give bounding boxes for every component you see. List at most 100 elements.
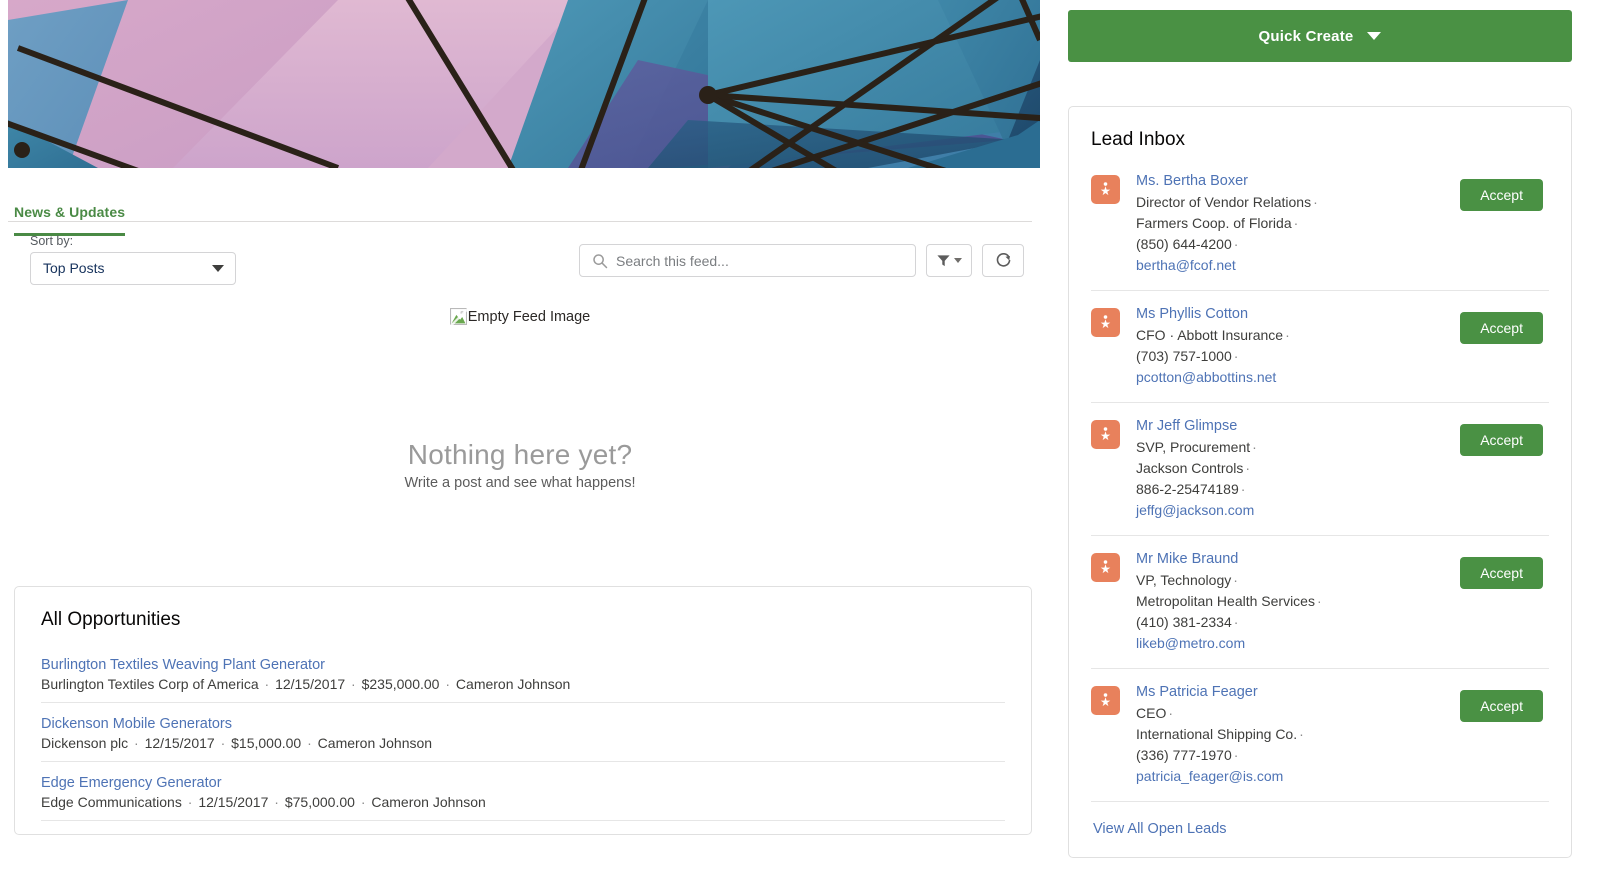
- lead-email-link[interactable]: jeffg@jackson.com: [1136, 500, 1448, 521]
- lead-title-line: Director of Vendor Relations ·: [1136, 192, 1448, 213]
- lead-phone: (703) 757-1000: [1136, 348, 1232, 364]
- opportunity-owner: Cameron Johnson: [317, 735, 433, 751]
- separator-dot: ·: [1252, 439, 1257, 455]
- lead-inbox-card: Lead Inbox Ms. Bertha Boxer Director of …: [1068, 106, 1572, 858]
- lead-phone: (410) 381-2334: [1136, 614, 1232, 630]
- lead-title: VP, Technology: [1136, 572, 1232, 588]
- opportunity-account: Burlington Textiles Corp of America: [41, 676, 259, 692]
- all-opportunities-title: All Opportunities: [41, 609, 181, 630]
- sort-select-wrap: Top Posts: [30, 252, 236, 285]
- table-row: Edge Emergency Generator Edge Communicat…: [41, 775, 1005, 821]
- separator-dot: ·: [264, 676, 270, 692]
- lead-details: Ms. Bertha Boxer Director of Vendor Rela…: [1136, 173, 1448, 276]
- separator-dot: ·: [1240, 481, 1246, 497]
- feed-controls: Sort by: Top Posts: [8, 222, 1032, 294]
- separator-dot: ·: [1245, 460, 1251, 476]
- lead-company-line: Metropolitan Health Services ·: [1136, 591, 1448, 612]
- lead-email-link[interactable]: bertha@fcof.net: [1136, 255, 1448, 276]
- separator-dot: ·: [1299, 726, 1304, 742]
- refresh-button[interactable]: [982, 244, 1024, 277]
- broken-image-alt-text: Empty Feed Image: [467, 308, 591, 325]
- separator-dot: ·: [1233, 572, 1238, 588]
- separator-dot: ·: [1233, 348, 1239, 364]
- opportunity-date: 12/15/2017: [198, 794, 269, 810]
- table-row: Dickenson Mobile Generators Dickenson pl…: [41, 716, 1005, 762]
- separator-dot: ·: [274, 794, 279, 810]
- list-item: Ms Patricia Feager CEO · International Sh…: [1091, 684, 1549, 802]
- lead-star-icon: [1091, 175, 1120, 204]
- lead-name-link[interactable]: Ms Phyllis Cotton: [1136, 306, 1448, 322]
- separator-dot: ·: [1168, 705, 1174, 721]
- separator-dot: ·: [1233, 747, 1239, 763]
- search-icon: [593, 254, 608, 269]
- sort-select[interactable]: Top Posts: [30, 252, 236, 285]
- lead-phone-line: (850) 644-4200 ·: [1136, 234, 1448, 255]
- lead-details: Ms Patricia Feager CEO · International Sh…: [1136, 684, 1448, 787]
- lead-name-link[interactable]: Mr Jeff Glimpse: [1136, 418, 1448, 434]
- lead-name-link[interactable]: Ms Patricia Feager: [1136, 684, 1448, 700]
- separator-dot: ·: [445, 676, 451, 692]
- lead-email-link[interactable]: pcotton@abbottins.net: [1136, 367, 1448, 388]
- opportunity-amount: $75,000.00: [284, 794, 355, 810]
- separator-dot: ·: [220, 735, 226, 751]
- lead-company: Jackson Controls: [1136, 460, 1244, 476]
- chevron-down-icon: [1367, 32, 1382, 40]
- search-box[interactable]: [579, 244, 916, 277]
- lead-name-link[interactable]: Mr Mike Braund: [1136, 551, 1448, 567]
- opportunity-amount: $15,000.00: [231, 735, 302, 751]
- empty-feed-title: Nothing here yet?: [407, 439, 633, 470]
- accept-button[interactable]: Accept: [1460, 557, 1543, 589]
- separator-dot: ·: [1293, 215, 1299, 231]
- lead-email-link[interactable]: patricia_feager@is.com: [1136, 766, 1448, 787]
- list-item: Mr Mike Braund VP, Technology · Metropoli…: [1091, 551, 1549, 669]
- lead-title: CFO · Abbott Insurance: [1136, 327, 1284, 343]
- lead-details: Mr Jeff Glimpse SVP, Procurement · Jackso…: [1136, 418, 1448, 521]
- accept-button[interactable]: Accept: [1460, 179, 1543, 211]
- accept-button[interactable]: Accept: [1460, 312, 1543, 344]
- lead-phone: (336) 777-1970: [1136, 747, 1232, 763]
- lead-company-line: Farmers Coop. of Florida ·: [1136, 213, 1448, 234]
- lead-company: Metropolitan Health Services: [1136, 593, 1315, 609]
- opportunity-link[interactable]: Dickenson Mobile Generators: [41, 716, 1005, 732]
- table-row: Burlington Textiles Weaving Plant Genera…: [41, 657, 1005, 703]
- opportunity-account: Edge Communications: [41, 794, 182, 810]
- opportunity-meta: Burlington Textiles Corp of America · 12…: [41, 676, 1005, 692]
- separator-dot: ·: [1313, 194, 1318, 210]
- empty-feed-image-row: Empty Feed Image: [8, 308, 1032, 334]
- banner-image: [8, 0, 1040, 168]
- quick-create-button[interactable]: Quick Create: [1068, 10, 1572, 62]
- lead-title: Director of Vendor Relations: [1136, 194, 1312, 210]
- lead-company: International Shipping Co.: [1136, 726, 1298, 742]
- lead-name-link[interactable]: Ms. Bertha Boxer: [1136, 173, 1448, 189]
- accept-button[interactable]: Accept: [1460, 690, 1543, 722]
- lead-company: Farmers Coop. of Florida: [1136, 215, 1292, 231]
- opportunity-link[interactable]: Burlington Textiles Weaving Plant Genera…: [41, 657, 1005, 673]
- filter-button[interactable]: [926, 244, 972, 277]
- list-item: Mr Jeff Glimpse SVP, Procurement · Jackso…: [1091, 418, 1549, 536]
- opportunity-date: 12/15/2017: [144, 735, 215, 751]
- lead-email-link[interactable]: likeb@metro.com: [1136, 633, 1448, 654]
- filter-funnel-icon: [937, 255, 950, 267]
- lead-phone: (850) 644-4200: [1136, 236, 1232, 252]
- accept-button[interactable]: Accept: [1460, 424, 1543, 456]
- view-all-open-leads-link[interactable]: View All Open Leads: [1091, 817, 1549, 857]
- empty-feed-state: Nothing here yet? Write a post and see w…: [8, 439, 1032, 491]
- lead-star-icon: [1091, 553, 1120, 582]
- feed-section: News & Updates Sort by: Top Posts Search…: [8, 168, 1032, 491]
- right-sidebar: Quick Create Lead Inbox Ms. Bertha Boxer…: [1056, 0, 1600, 858]
- opportunity-link[interactable]: Edge Emergency Generator: [41, 775, 1005, 791]
- lead-title: CEO: [1136, 705, 1167, 721]
- list-item: Ms. Bertha Boxer Director of Vendor Rela…: [1091, 173, 1549, 291]
- opportunity-account: Dickenson plc: [41, 735, 129, 751]
- lead-company-line: International Shipping Co. ·: [1136, 724, 1448, 745]
- search-input[interactable]: [580, 245, 915, 276]
- lead-title-line: CEO ·: [1136, 703, 1448, 724]
- broken-image-placeholder: Empty Feed Image: [449, 308, 591, 325]
- opportunity-owner: Cameron Johnson: [371, 794, 486, 810]
- lead-star-icon: [1091, 686, 1120, 715]
- lead-phone-line: 886-2-25474189 ·: [1136, 479, 1448, 500]
- feed-search-row: [579, 244, 1024, 277]
- lead-phone-line: (336) 777-1970 ·: [1136, 745, 1448, 766]
- opportunity-date: 12/15/2017: [275, 676, 346, 692]
- lead-glyph: [1100, 315, 1111, 329]
